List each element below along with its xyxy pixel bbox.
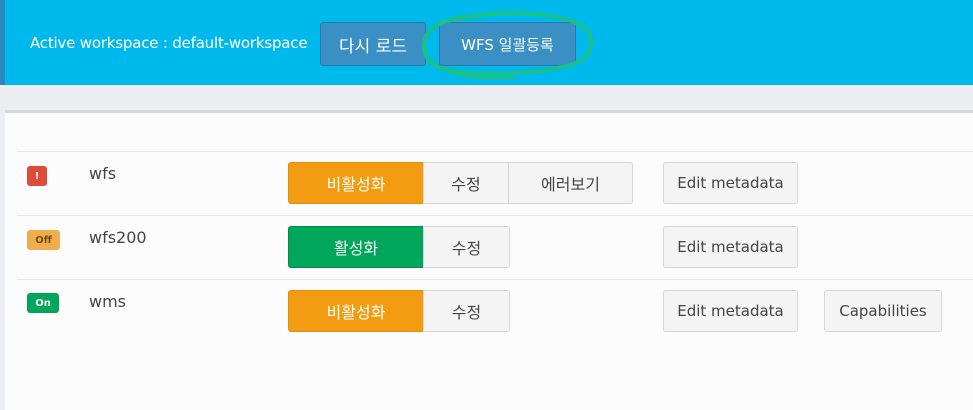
- edit-metadata-button[interactable]: Edit metadata: [663, 162, 798, 204]
- wfs-bulk-register-button[interactable]: WFS 일괄등록: [439, 22, 576, 66]
- service-name-wfs: wfs: [89, 164, 117, 183]
- edit-metadata-button[interactable]: Edit metadata: [663, 226, 798, 268]
- capabilities-button[interactable]: Capabilities: [824, 290, 942, 332]
- reload-button[interactable]: 다시 로드: [320, 22, 426, 66]
- error-status-badge: !: [27, 166, 47, 186]
- disable-service-button[interactable]: 비활성화: [288, 290, 424, 332]
- edit-service-button[interactable]: 수정: [423, 290, 510, 332]
- view-errors-button[interactable]: 에러보기: [508, 162, 633, 204]
- active-workspace-label: Active workspace : default-workspace: [30, 34, 308, 52]
- enable-service-button[interactable]: 활성화: [288, 226, 424, 268]
- service-name-wfs200: wfs200: [89, 228, 147, 247]
- workspace-header: Active workspace : default-workspace 다시 …: [0, 0, 973, 85]
- service-name-wms: wms: [89, 292, 127, 311]
- on-status-badge: On: [27, 293, 59, 313]
- edit-service-button[interactable]: 수정: [423, 162, 509, 204]
- row-divider: [17, 215, 973, 216]
- off-status-badge: Off: [27, 230, 60, 250]
- edit-service-button[interactable]: 수정: [423, 226, 510, 268]
- disable-service-button[interactable]: 비활성화: [288, 162, 424, 204]
- row-divider: [17, 151, 973, 152]
- row-divider: [17, 279, 973, 280]
- edit-metadata-button[interactable]: Edit metadata: [663, 290, 798, 332]
